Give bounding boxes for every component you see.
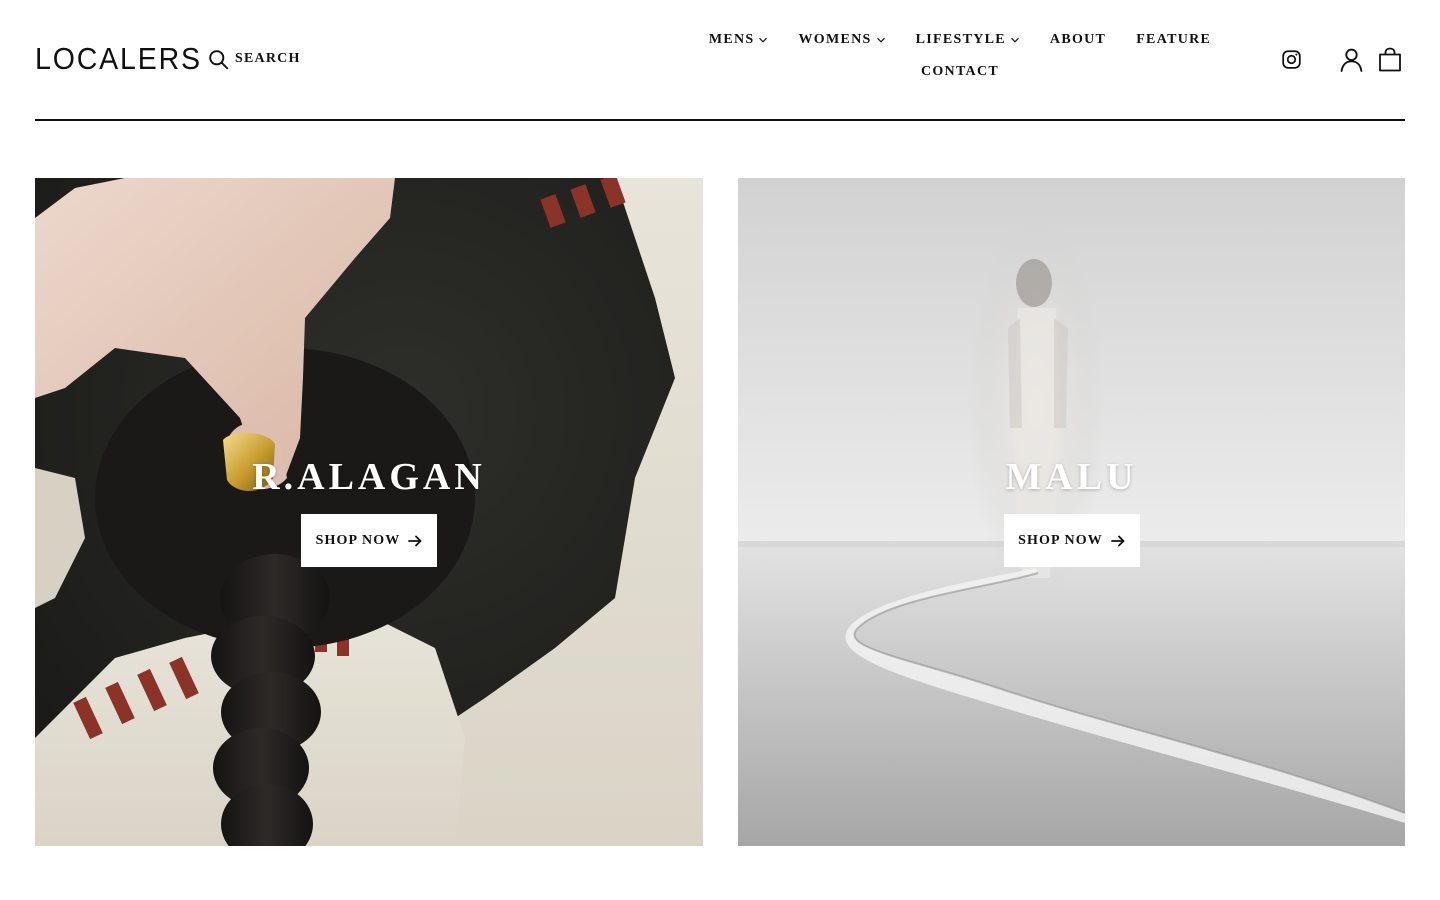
nav-item-label: LIFESTYLE	[915, 31, 1006, 47]
search-label: SEARCH	[235, 51, 301, 66]
search-button[interactable]: SEARCH	[208, 47, 301, 71]
site-logo[interactable]: LOCALERS	[35, 42, 202, 76]
chevron-down-icon	[1010, 37, 1019, 43]
nav-item-about[interactable]: ABOUT	[1050, 30, 1106, 49]
nav-item-label: CONTACT	[920, 63, 1000, 79]
arrow-right-icon	[408, 535, 422, 546]
nav-item-label: MENS	[708, 31, 755, 47]
promo-tile-ralagan[interactable]: R.ALAGAN SHOP NOW	[35, 178, 703, 846]
nav-item-label: FEATURE	[1136, 31, 1212, 47]
shop-now-label: SHOP NOW	[1018, 532, 1103, 548]
cart-icon[interactable]	[1378, 47, 1402, 72]
promo-title: MALU	[1005, 456, 1138, 498]
promo-tile-malu[interactable]: MALU SHOP NOW	[738, 178, 1405, 846]
shop-now-button[interactable]: SHOP NOW	[1003, 514, 1140, 567]
account-icon[interactable]	[1339, 47, 1364, 72]
site-header: LOCALERS SEARCH MENS WOMENS LIFESTYLE AB…	[35, 0, 1405, 121]
nav-item-womens[interactable]: WOMENS	[798, 30, 885, 49]
promo-image-ralagan	[35, 178, 703, 846]
search-icon	[209, 49, 229, 69]
shop-now-label: SHOP NOW	[315, 532, 401, 548]
chevron-down-icon	[876, 37, 885, 43]
arrow-right-icon	[1110, 535, 1125, 546]
main-nav: MENS WOMENS LIFESTYLE ABOUT FEATURE CONT…	[700, 30, 1220, 81]
promo-image-malu	[738, 178, 1405, 846]
shop-now-button[interactable]: SHOP NOW	[301, 514, 437, 567]
nav-item-contact[interactable]: CONTACT	[921, 62, 999, 81]
nav-item-feature[interactable]: FEATURE	[1136, 30, 1211, 49]
instagram-icon[interactable]	[1281, 49, 1302, 70]
promo-title: R.ALAGAN	[252, 456, 486, 498]
nav-item-lifestyle[interactable]: LIFESTYLE	[916, 30, 1020, 49]
chevron-down-icon	[759, 37, 768, 43]
nav-item-label: ABOUT	[1049, 31, 1107, 47]
nav-item-mens[interactable]: MENS	[709, 30, 769, 49]
nav-item-label: WOMENS	[798, 31, 872, 47]
